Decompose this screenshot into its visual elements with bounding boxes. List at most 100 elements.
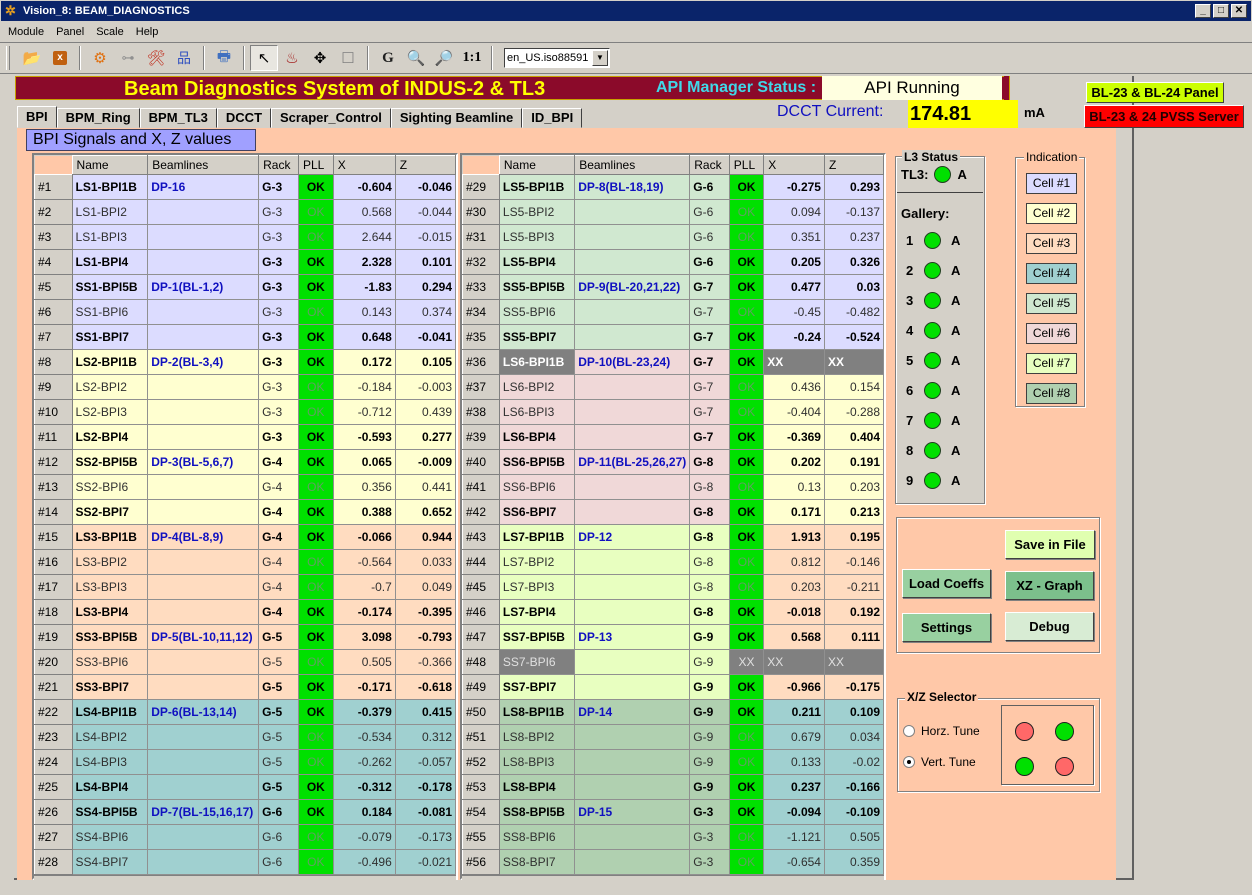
- pvss-server-button[interactable]: BL-23 & 24 PVSS Server: [1084, 105, 1244, 128]
- tab-id-bpi[interactable]: ID_BPI: [522, 108, 583, 128]
- row-index-button[interactable]: #38: [462, 399, 500, 425]
- tab-scraper-control[interactable]: Scraper_Control: [271, 108, 391, 128]
- row-index-button[interactable]: #16: [34, 549, 73, 575]
- row-index-button[interactable]: #45: [462, 574, 500, 600]
- col-header-name[interactable]: Name: [498, 155, 576, 175]
- row-index-button[interactable]: #41: [462, 474, 500, 500]
- row-index-button[interactable]: #53: [462, 774, 500, 800]
- row-index-button[interactable]: #29: [462, 174, 500, 200]
- row-index-button[interactable]: #44: [462, 549, 500, 575]
- row-index-button[interactable]: #21: [34, 674, 73, 700]
- row-index-button[interactable]: #27: [34, 824, 73, 850]
- chevron-down-icon[interactable]: ▼: [592, 50, 608, 66]
- horz-tune-radio[interactable]: [903, 725, 915, 737]
- col-header-rack[interactable]: Rack: [689, 155, 730, 175]
- minimize-button[interactable]: _: [1195, 4, 1211, 18]
- row-index-button[interactable]: #32: [462, 249, 500, 275]
- close-button[interactable]: ✕: [1231, 4, 1247, 18]
- zoom-out-icon[interactable]: 🔎: [430, 45, 458, 71]
- row-index-button[interactable]: #43: [462, 524, 500, 550]
- row-index-button[interactable]: #22: [34, 699, 73, 725]
- row-index-button[interactable]: #51: [462, 724, 500, 750]
- row-index-button[interactable]: #42: [462, 499, 500, 525]
- row-index-button[interactable]: #50: [462, 699, 500, 725]
- row-index-button[interactable]: #52: [462, 749, 500, 775]
- row-index-button[interactable]: #15: [34, 524, 73, 550]
- row-index-button[interactable]: #4: [34, 249, 73, 275]
- row-index-button[interactable]: #33: [462, 274, 500, 300]
- col-header-pll[interactable]: PLL: [728, 155, 765, 175]
- row-index-button[interactable]: #19: [34, 624, 73, 650]
- close-panel-icon[interactable]: x: [46, 45, 74, 71]
- row-index-button[interactable]: #13: [34, 474, 73, 500]
- xz-graph-button[interactable]: XZ - Graph: [1005, 571, 1094, 600]
- select-pointer-icon[interactable]: ↖: [250, 45, 278, 71]
- row-index-button[interactable]: #18: [34, 599, 73, 625]
- row-index-button[interactable]: #9: [34, 374, 73, 400]
- marker-icon[interactable]: ♨: [278, 45, 306, 71]
- tab-bpm-ring[interactable]: BPM_Ring: [56, 108, 140, 128]
- row-index-button[interactable]: #3: [34, 224, 73, 250]
- row-index-button[interactable]: #12: [34, 449, 73, 475]
- tab-sighting-beamline[interactable]: Sighting Beamline: [390, 108, 523, 128]
- tab-dcct[interactable]: DCCT: [216, 108, 272, 128]
- row-index-button[interactable]: #34: [462, 299, 500, 325]
- row-index-button[interactable]: #7: [34, 324, 73, 350]
- hierarchy-icon[interactable]: 品: [170, 45, 198, 71]
- row-index-button[interactable]: #46: [462, 599, 500, 625]
- row-index-button[interactable]: #40: [462, 449, 500, 475]
- col-header-z[interactable]: Z: [823, 155, 885, 175]
- row-index-button[interactable]: #26: [34, 799, 73, 825]
- tab-bpm-tl3[interactable]: BPM_TL3: [139, 108, 217, 128]
- row-index-button[interactable]: #25: [34, 774, 73, 800]
- vert-tune-radio[interactable]: [903, 756, 915, 768]
- toolbar-grip[interactable]: [6, 46, 10, 70]
- row-index-button[interactable]: #8: [34, 349, 73, 375]
- maximize-button[interactable]: □: [1213, 4, 1229, 18]
- row-index-button[interactable]: #20: [34, 649, 73, 675]
- row-index-button[interactable]: #39: [462, 424, 500, 450]
- row-index-button[interactable]: #54: [462, 799, 500, 825]
- move-icon[interactable]: ✥: [306, 45, 334, 71]
- menu-panel[interactable]: Panel: [56, 26, 84, 38]
- row-index-button[interactable]: #6: [34, 299, 73, 325]
- debug-button[interactable]: Debug: [1005, 612, 1094, 641]
- row-index-button[interactable]: #35: [462, 324, 500, 350]
- row-index-button[interactable]: #14: [34, 499, 73, 525]
- save-in-file-button[interactable]: Save in File: [1005, 530, 1095, 559]
- col-header-rack[interactable]: Rack: [258, 155, 299, 175]
- row-index-button[interactable]: #30: [462, 199, 500, 225]
- col-header-pll[interactable]: PLL: [297, 155, 334, 175]
- row-index-button[interactable]: #28: [34, 849, 73, 875]
- col-header-beamlines[interactable]: Beamlines: [147, 155, 260, 175]
- print-icon[interactable]: 🖶: [210, 45, 238, 71]
- grid-icon[interactable]: G: [374, 45, 402, 71]
- row-index-button[interactable]: #1: [34, 174, 73, 200]
- vert-tune-label[interactable]: Vert. Tune: [921, 755, 976, 769]
- menu-module[interactable]: Module: [8, 26, 44, 38]
- horz-tune-option[interactable]: Horz. Tune: [903, 724, 980, 738]
- row-index-button[interactable]: #56: [462, 849, 500, 875]
- row-index-button[interactable]: #23: [34, 724, 73, 750]
- col-header-z[interactable]: Z: [394, 155, 457, 175]
- row-index-button[interactable]: #55: [462, 824, 500, 850]
- vert-tune-option[interactable]: Vert. Tune: [903, 755, 976, 769]
- row-index-button[interactable]: #11: [34, 424, 73, 450]
- row-index-button[interactable]: #10: [34, 399, 73, 425]
- menu-scale[interactable]: Scale: [96, 26, 124, 38]
- rectangle-icon[interactable]: ☐: [334, 45, 362, 71]
- bl-panel-button[interactable]: BL-23 & BL-24 Panel: [1086, 82, 1224, 103]
- tab-bpi[interactable]: BPI: [17, 106, 57, 128]
- row-index-button[interactable]: #24: [34, 749, 73, 775]
- row-index-button[interactable]: #49: [462, 674, 500, 700]
- col-header-beamlines[interactable]: Beamlines: [574, 155, 691, 175]
- row-index-button[interactable]: #17: [34, 574, 73, 600]
- zoom-reset-button[interactable]: 1:1: [458, 45, 486, 71]
- col-header-x[interactable]: X: [332, 155, 396, 175]
- tools-icon[interactable]: 🛠: [142, 45, 170, 71]
- row-index-button[interactable]: #48: [462, 649, 500, 675]
- settings-button[interactable]: Settings: [902, 613, 991, 642]
- col-header-name[interactable]: Name: [71, 155, 149, 175]
- load-coeffs-button[interactable]: Load Coeffs: [902, 569, 991, 598]
- zoom-in-icon[interactable]: 🔍: [402, 45, 430, 71]
